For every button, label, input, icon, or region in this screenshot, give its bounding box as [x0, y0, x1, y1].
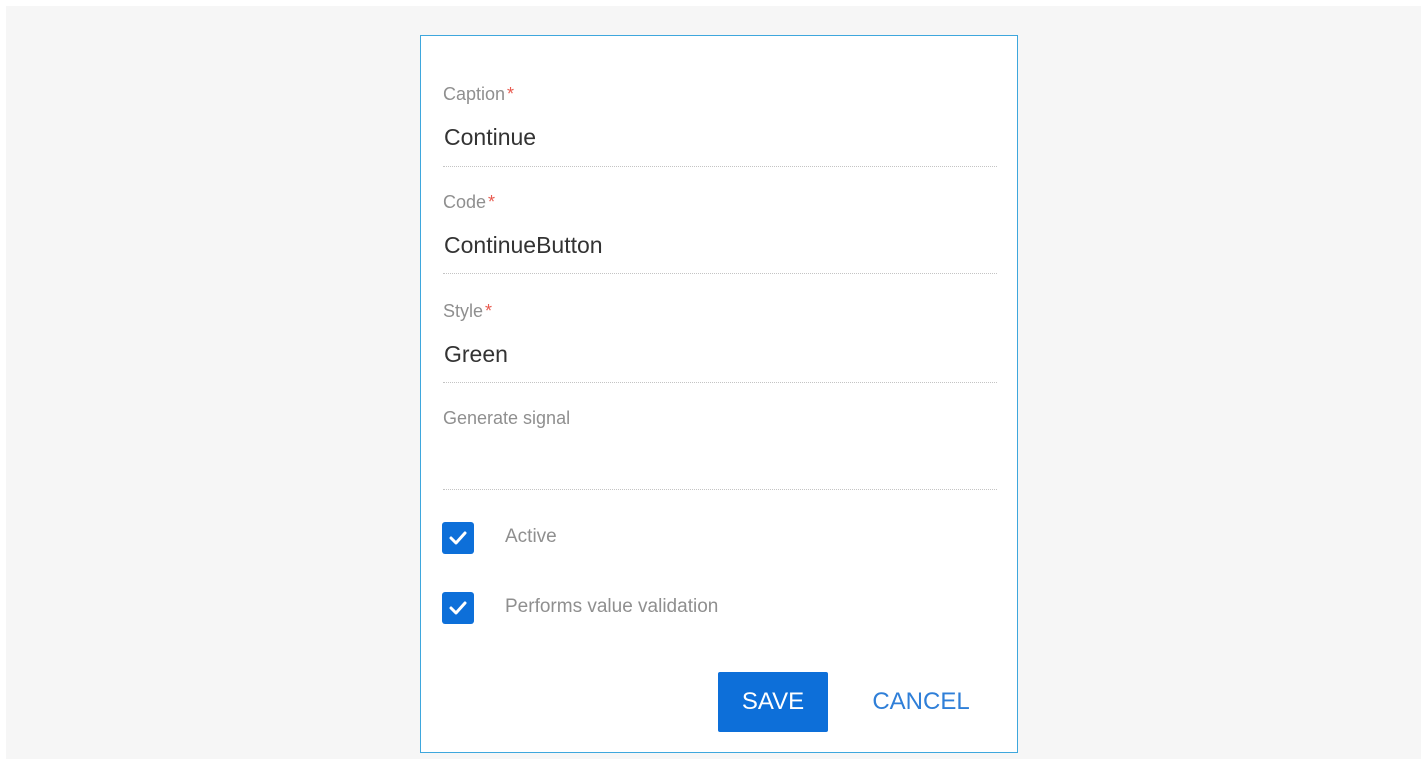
code-input[interactable]: ContinueButton — [444, 232, 603, 259]
code-label: Code * — [443, 192, 496, 212]
style-label: Style * — [443, 301, 493, 321]
page-background: Caption * Continue Code * ContinueButton S… — [6, 6, 1421, 759]
save-button[interactable]: SAVE — [718, 672, 828, 732]
generate-signal-field[interactable]: Generate signal — [443, 408, 997, 490]
button-settings-dialog: Caption * Continue Code * ContinueButton S… — [420, 35, 1018, 753]
required-mark: * — [488, 192, 496, 212]
validation-label: Performs value validation — [505, 596, 719, 617]
style-field[interactable]: Style * Green — [443, 301, 997, 383]
checkmark-icon — [449, 601, 467, 615]
style-input[interactable]: Green — [444, 341, 508, 368]
validation-checkbox[interactable] — [442, 592, 474, 624]
active-checkbox[interactable] — [442, 522, 474, 554]
code-field[interactable]: Code * ContinueButton — [443, 192, 997, 274]
validation-checkbox-row[interactable]: Performs value validation — [442, 592, 942, 624]
required-mark: * — [485, 301, 493, 321]
caption-input[interactable]: Continue — [444, 124, 536, 151]
caption-label: Caption * — [443, 84, 515, 104]
caption-field[interactable]: Caption * Continue — [443, 84, 997, 167]
generate-signal-label: Generate signal — [443, 408, 571, 428]
required-mark: * — [507, 84, 515, 104]
checkmark-icon — [449, 531, 467, 545]
cancel-button[interactable]: CANCEL — [851, 672, 991, 732]
active-checkbox-row[interactable]: Active — [442, 522, 942, 554]
active-label: Active — [505, 526, 557, 547]
